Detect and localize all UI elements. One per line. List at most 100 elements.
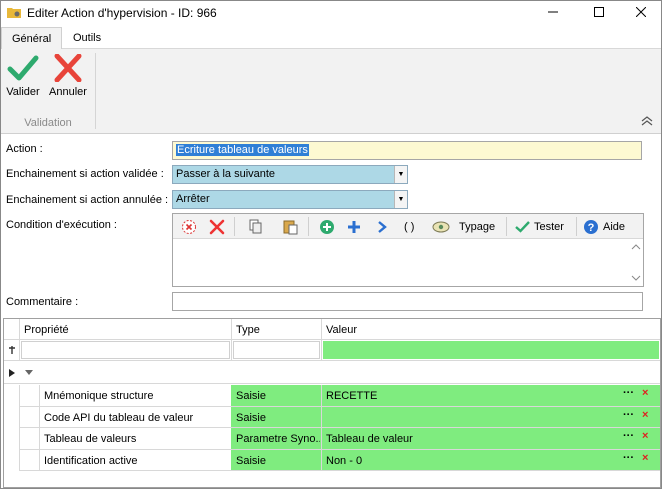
chevron-right-icon[interactable] <box>376 218 388 235</box>
cell-valeur[interactable] <box>323 409 613 415</box>
condition-editor[interactable]: ( ) Typage Tester ? Aide <box>172 213 644 287</box>
table-row[interactable]: Tableau de valeurs Parametre Syno... Table… <box>4 428 660 450</box>
row-indicator-icon <box>9 369 15 377</box>
cell-type[interactable]: Saisie <box>233 409 320 427</box>
condition-scrollbar[interactable] <box>629 239 643 286</box>
cell-valeur[interactable]: Non - 0 <box>323 452 613 470</box>
cell-propriete: Mnémonique structure <box>44 390 154 402</box>
delete-icon[interactable] <box>209 218 225 235</box>
tester-button[interactable]: Tester <box>515 218 564 235</box>
clear-icon[interactable] <box>181 218 197 235</box>
tester-label: Tester <box>534 220 564 233</box>
cell-valeur[interactable]: Tableau de valeur <box>323 430 613 448</box>
cell-type[interactable]: Saisie <box>233 387 320 405</box>
on-valid-label: Enchainement si action validée : <box>6 168 164 180</box>
collapse-ribbon-icon[interactable] <box>641 116 653 126</box>
table-row[interactable]: Identification active Saisie Non - 0 ··· × <box>4 449 660 471</box>
close-button[interactable] <box>619 1 662 23</box>
cell-propriete: Code API du tableau de valeur <box>44 411 194 424</box>
title-bar: Editer Action d'hypervision - ID: 966 <box>1 1 661 25</box>
cell-propriete: Identification active <box>44 454 138 467</box>
group-expand-icon[interactable] <box>25 370 33 376</box>
on-cancel-select[interactable]: Arrêter ▼ <box>172 190 408 209</box>
close-icon <box>636 7 646 17</box>
table-row[interactable]: Mnémonique structure Saisie RECETTE ··· × <box>4 385 660 407</box>
on-valid-value: Passer à la suivante <box>176 168 276 180</box>
ribbon-separator <box>95 53 96 129</box>
cell-type[interactable]: Parametre Syno... <box>233 430 320 448</box>
copy-icon[interactable] <box>249 218 263 235</box>
svg-text:?: ? <box>588 222 595 234</box>
delete-row-icon[interactable]: × <box>642 387 648 399</box>
header-type[interactable]: Type <box>233 321 263 339</box>
filter-valeur-input[interactable] <box>323 341 659 359</box>
ellipsis-button[interactable]: ··· <box>623 430 634 442</box>
filter-propriete-input[interactable] <box>21 341 230 359</box>
cell-type[interactable]: Saisie <box>233 452 320 470</box>
action-form: Action : Ecriture tableau de valeurs Enc… <box>1 135 661 315</box>
action-value: Ecriture tableau de valeurs <box>176 144 309 156</box>
typage-label: Typage <box>459 220 496 233</box>
ellipsis-button[interactable]: ··· <box>623 452 634 464</box>
validate-button[interactable]: Valider <box>1 49 45 105</box>
cancel-label: Annuler <box>49 86 87 98</box>
table-row[interactable]: Code API du tableau de valeur Saisie ··· × <box>4 406 660 428</box>
typage-button[interactable]: Typage <box>432 218 495 235</box>
on-cancel-label: Enchainement si action annulée : <box>6 194 169 206</box>
chevron-down-icon[interactable]: ▼ <box>394 166 407 183</box>
aide-button[interactable]: ? Aide <box>583 218 625 235</box>
on-valid-select[interactable]: Passer à la suivante ▼ <box>172 165 408 184</box>
eye-icon <box>432 221 450 232</box>
ribbon: Valider Annuler Validation <box>1 49 661 134</box>
minimize-icon <box>548 11 558 13</box>
toolbar-separator <box>234 217 235 236</box>
toolbar-separator <box>308 217 309 236</box>
add-circle-icon[interactable] <box>319 218 335 235</box>
check-icon <box>515 221 530 233</box>
header-valeur[interactable]: Valeur <box>323 321 360 339</box>
dialog-window: Editer Action d'hypervision - ID: 966 Gé… <box>0 0 662 489</box>
on-cancel-value: Arrêter <box>176 193 210 205</box>
toolbar-separator <box>576 217 577 236</box>
condition-toolbar: ( ) Typage Tester ? Aide <box>173 214 643 239</box>
comment-input[interactable] <box>172 292 643 311</box>
maximize-icon <box>594 7 604 17</box>
delete-row-icon[interactable]: × <box>642 409 648 421</box>
action-input[interactable]: Ecriture tableau de valeurs <box>172 141 642 160</box>
cell-valeur[interactable]: RECETTE <box>323 387 613 405</box>
paste-icon[interactable] <box>283 218 299 235</box>
filter-type-input[interactable] <box>233 341 320 359</box>
header-propriete[interactable]: Propriété <box>21 321 72 339</box>
action-label: Action : <box>6 143 43 155</box>
help-icon: ? <box>584 219 598 234</box>
ribbon-tabs: Général Outils <box>1 27 661 50</box>
chevron-down-icon[interactable]: ▼ <box>394 191 407 208</box>
ellipsis-button[interactable]: ··· <box>623 387 634 399</box>
tab-outils[interactable]: Outils <box>63 27 111 49</box>
tab-general[interactable]: Général <box>1 27 63 50</box>
delete-row-icon[interactable]: × <box>642 452 648 464</box>
ribbon-group-label: Validation <box>24 117 72 129</box>
checkmark-icon <box>7 55 39 81</box>
parentheses-button[interactable]: ( ) <box>404 218 414 235</box>
scroll-down-icon[interactable] <box>629 273 643 283</box>
delete-row-icon[interactable]: × <box>642 430 648 442</box>
filter-pin-icon <box>9 346 15 354</box>
comment-label: Commentaire : <box>6 296 79 308</box>
aide-label: Aide <box>603 220 626 233</box>
toolbar-separator <box>506 217 507 236</box>
cancel-button[interactable]: Annuler <box>46 49 90 105</box>
validate-label: Valider <box>6 86 40 98</box>
condition-label: Condition d'exécution : <box>6 219 117 231</box>
scroll-up-icon[interactable] <box>629 242 643 252</box>
ellipsis-button[interactable]: ··· <box>623 409 634 421</box>
maximize-button[interactable] <box>577 1 621 23</box>
window-title: Editer Action d'hypervision - ID: 966 <box>27 6 217 20</box>
minimize-button[interactable] <box>531 1 575 23</box>
properties-grid: Propriété Type Valeur Mnémonique structu… <box>3 318 661 488</box>
plus-icon[interactable] <box>347 218 361 235</box>
parentheses-label: ( ) <box>404 220 415 233</box>
cell-propriete: Tableau de valeurs <box>44 433 137 445</box>
folder-gear-icon <box>7 8 21 18</box>
cross-icon <box>54 54 82 82</box>
